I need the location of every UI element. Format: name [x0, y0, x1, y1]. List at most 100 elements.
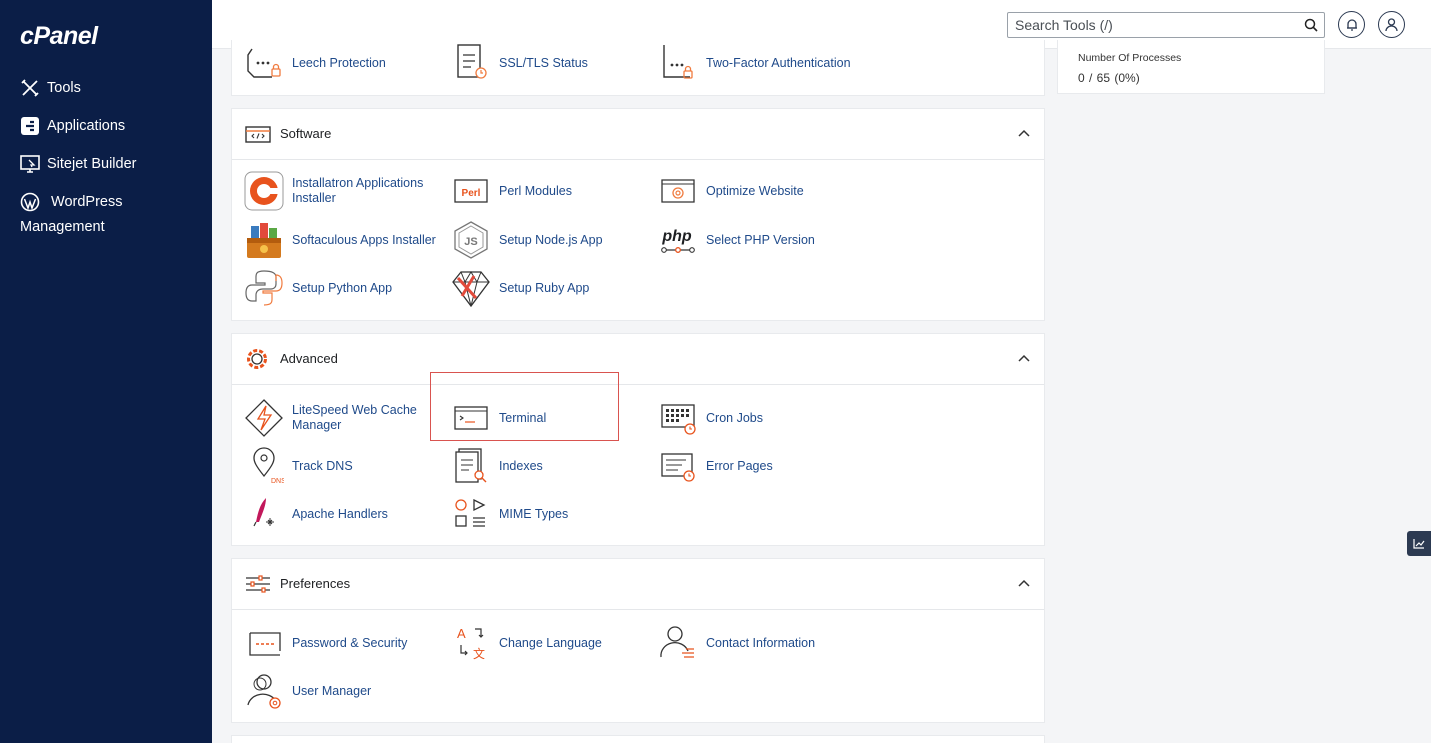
tool-softaculous[interactable]: Softaculous Apps Installer — [244, 220, 436, 260]
tool-indexes[interactable]: Indexes — [451, 446, 543, 486]
svg-text:Perl: Perl — [462, 188, 481, 199]
tool-label: Apache Handlers — [292, 506, 388, 521]
sidebar-item-tools[interactable]: Tools — [20, 76, 81, 101]
tool-password-security[interactable]: Password & Security — [244, 623, 407, 663]
preferences-sliders-icon — [246, 575, 270, 593]
tool-mime-types[interactable]: MIME Types — [451, 494, 568, 534]
svg-text:JS: JS — [464, 236, 477, 248]
svg-text:A: A — [457, 626, 466, 641]
search-input[interactable] — [1008, 13, 1288, 37]
tool-setup-nodejs[interactable]: JS Setup Node.js App — [451, 220, 603, 260]
preferences-panel: Preferences Password & Security A文 Chang… — [231, 558, 1045, 723]
tool-label: Softaculous Apps Installer — [292, 232, 436, 247]
tool-installatron[interactable]: Installatron Applications Installer — [244, 171, 437, 211]
tool-label: Contact Information — [706, 635, 816, 650]
python-icon — [245, 270, 283, 306]
search-box[interactable] — [1007, 12, 1325, 38]
security-panel: Leech Protection SSL/TLS Status Two-Fact… — [231, 40, 1045, 96]
password-security-icon — [249, 632, 281, 656]
ssl-tls-status-icon — [457, 44, 487, 79]
tool-select-php-version[interactable]: php Select PHP Version — [658, 220, 815, 260]
indexes-icon — [455, 448, 487, 483]
terminal-icon — [454, 406, 488, 430]
tool-litespeed-cache[interactable]: LiteSpeed Web Cache Manager — [244, 398, 422, 438]
bell-icon — [1346, 19, 1357, 31]
tool-error-pages[interactable]: Error Pages — [658, 446, 773, 486]
optimize-website-icon — [661, 179, 695, 203]
section-title: Preferences — [280, 576, 351, 591]
advanced-panel-header[interactable]: Advanced — [232, 334, 1044, 385]
sidebar-item-label: Sitejet Builder — [47, 156, 137, 172]
section-title: Software — [280, 126, 332, 141]
tool-change-language[interactable]: A文 Change Language — [451, 623, 602, 663]
tool-label: Track DNS — [292, 458, 353, 473]
software-panel: Software Installatron Applications Insta… — [231, 108, 1045, 321]
tool-track-dns[interactable]: DNS Track DNS — [244, 446, 353, 486]
tool-label: Select PHP Version — [706, 232, 815, 247]
stats-widget: Number Of Processes 0 / 65 (0%) — [1057, 40, 1325, 94]
leech-protection-icon — [247, 48, 281, 78]
advanced-gear-icon — [247, 349, 267, 369]
php-icon: php — [661, 228, 695, 253]
tool-label: Optimize Website — [706, 183, 804, 198]
tool-label: Setup Ruby App — [499, 280, 590, 295]
chevron-up-icon[interactable] — [1018, 579, 1030, 587]
notifications-button[interactable] — [1338, 11, 1365, 38]
chevron-up-icon[interactable] — [1018, 354, 1030, 362]
chart-icon — [1413, 539, 1425, 549]
svg-text:文: 文 — [473, 646, 485, 661]
search-icon[interactable] — [1304, 18, 1318, 32]
tool-cron-jobs[interactable]: Cron Jobs — [658, 398, 763, 438]
tool-contact-information[interactable]: Contact Information — [658, 623, 815, 663]
tool-terminal[interactable]: Terminal — [451, 398, 546, 438]
tool-label: Installatron Applications Installer — [292, 176, 424, 205]
tool-label: Cron Jobs — [706, 410, 763, 425]
tool-ssl-tls-status[interactable]: SSL/TLS Status — [451, 43, 588, 83]
user-account-button[interactable] — [1378, 11, 1405, 38]
tool-label: Terminal — [499, 410, 547, 425]
tool-label: Password & Security — [292, 635, 408, 650]
preferences-panel-header[interactable]: Preferences — [232, 559, 1044, 610]
tool-optimize-website[interactable]: Optimize Website — [658, 171, 804, 211]
tool-apache-handlers[interactable]: Apache Handlers — [244, 494, 388, 534]
sidebar-item-label: Tools — [47, 80, 81, 96]
sidebar-item-sitejet[interactable]: Sitejet Builder — [20, 152, 136, 177]
tool-label: Change Language — [499, 635, 602, 650]
svg-text:php: php — [661, 228, 692, 245]
sidebar-item-wordpress[interactable]: WordPress Management — [20, 190, 200, 240]
tool-perl-modules[interactable]: Perl Perl Modules — [451, 171, 572, 211]
wordpress-icon — [20, 192, 40, 212]
software-icon — [245, 126, 271, 143]
tool-setup-ruby[interactable]: Setup Ruby App — [451, 268, 589, 308]
next-panel-partial — [231, 735, 1045, 743]
chevron-up-icon[interactable] — [1018, 129, 1030, 137]
user-manager-icon — [247, 674, 281, 709]
tool-user-manager[interactable]: User Manager — [244, 671, 371, 711]
tool-label: Setup Node.js App — [499, 232, 603, 247]
svg-text:DNS: DNS — [271, 478, 284, 485]
perl-icon: Perl — [454, 179, 488, 203]
tool-two-factor-authentication[interactable]: Two-Factor Authentication — [658, 43, 851, 83]
tool-setup-python[interactable]: Setup Python App — [244, 268, 392, 308]
tool-leech-protection[interactable]: Leech Protection — [244, 43, 386, 83]
tool-label: MIME Types — [499, 506, 569, 521]
mime-types-icon — [455, 498, 486, 527]
tool-label: User Manager — [292, 683, 372, 698]
sitejet-icon — [20, 155, 40, 173]
tool-label: Two-Factor Authentication — [706, 55, 851, 70]
two-factor-auth-icon — [663, 45, 693, 79]
tool-label: Error Pages — [706, 458, 773, 473]
stats-side-tab[interactable] — [1407, 531, 1431, 556]
tool-label: Perl Modules — [499, 183, 572, 198]
software-panel-header[interactable]: Software — [232, 109, 1044, 160]
change-language-icon: A文 — [457, 626, 485, 661]
sidebar-item-applications[interactable]: Applications — [20, 114, 125, 139]
cpanel-logo[interactable]: cPanel — [20, 22, 98, 51]
litespeed-icon — [245, 399, 283, 437]
user-icon — [1385, 17, 1398, 31]
applications-icon — [21, 117, 39, 135]
stat-title: Number Of Processes — [1078, 52, 1182, 64]
advanced-panel: Advanced LiteSpeed Web Cache Manager Ter… — [231, 333, 1045, 546]
track-dns-icon: DNS — [253, 447, 284, 485]
installatron-icon — [244, 171, 284, 211]
